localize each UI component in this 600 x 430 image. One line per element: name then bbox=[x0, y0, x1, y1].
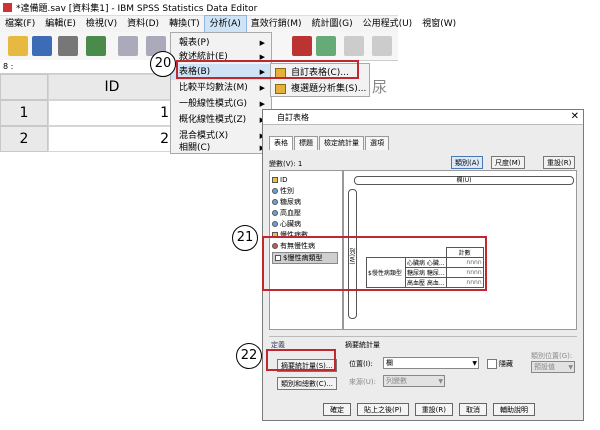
source-label: 來源(U): bbox=[349, 378, 376, 386]
app-icon bbox=[3, 3, 12, 12]
nominal-var-icon bbox=[272, 199, 278, 205]
dialog-tabs: 表格 標題 檢定統計量 選項 bbox=[269, 136, 390, 150]
list-item[interactable]: 性別 bbox=[272, 186, 294, 196]
corner-cell bbox=[0, 74, 48, 100]
row-header[interactable]: 1 bbox=[0, 100, 48, 126]
paste-button[interactable]: 貼上之後(P) bbox=[357, 403, 409, 416]
cancel-button[interactable]: 取消 bbox=[459, 403, 488, 416]
variables-grid-icon[interactable] bbox=[292, 36, 312, 56]
scale-button[interactable]: 尺度(M) bbox=[491, 156, 525, 169]
highlight-box-21 bbox=[262, 236, 487, 291]
scale-icon[interactable] bbox=[372, 36, 392, 56]
window-titlebar: *達備題.sav [資料集1] - IBM SPSS Statistics Da… bbox=[0, 0, 398, 16]
chevron-down-icon: ▼ bbox=[438, 378, 443, 385]
callout-number-22: 22 bbox=[236, 343, 262, 369]
submenu-arrow-icon: ▶ bbox=[259, 84, 265, 92]
nominal-var-icon bbox=[272, 210, 278, 216]
list-item[interactable]: 心臟病 bbox=[272, 219, 301, 229]
undo-icon[interactable] bbox=[118, 36, 138, 56]
list-item[interactable]: ID bbox=[272, 175, 287, 185]
category-button[interactable]: 類別(A) bbox=[451, 156, 484, 169]
menu-edit[interactable]: 編輯(E) bbox=[40, 16, 81, 32]
summary-stats-group-label: 摘要統計量 bbox=[345, 341, 380, 349]
nominal-var-icon bbox=[272, 221, 278, 227]
columns-drop-zone[interactable]: 欄(U) bbox=[354, 176, 574, 185]
ok-button[interactable]: 確定 bbox=[323, 403, 351, 416]
open-folder-icon[interactable] bbox=[8, 36, 28, 56]
menu-item-compare-means[interactable]: 比較平均數法(M) ▶ bbox=[171, 80, 271, 96]
help-button[interactable]: 輔助說明 bbox=[493, 403, 536, 416]
menu-data[interactable]: 資料(D) bbox=[122, 16, 164, 32]
window-title: *達備題.sav [資料集1] - IBM SPSS Statistics Da… bbox=[16, 4, 258, 14]
callout-number-20: 20 bbox=[150, 51, 176, 77]
save-icon[interactable] bbox=[32, 36, 52, 56]
menu-direct-marketing[interactable]: 直效行銷(M) bbox=[246, 16, 307, 32]
menu-transform[interactable]: 轉換(T) bbox=[164, 16, 205, 32]
dialog-reset-button[interactable]: 重設(R) bbox=[414, 403, 454, 416]
position-select[interactable]: 欄 ▼ bbox=[383, 357, 479, 369]
menu-graphs[interactable]: 統計圖(G) bbox=[307, 16, 358, 32]
background-text: 尿 bbox=[372, 78, 388, 96]
dialog-titlebar: 自訂表格 bbox=[263, 110, 583, 125]
position-label: 位置(I): bbox=[349, 360, 373, 368]
cell-reference: 8 : bbox=[0, 60, 175, 74]
tab-test-statistics[interactable]: 檢定統計量 bbox=[319, 136, 364, 150]
category-position-label: 類別位置(G): bbox=[531, 352, 573, 360]
data-grid: ID 1 1 2 2 bbox=[0, 74, 176, 154]
list-item[interactable]: 高血壓 bbox=[272, 208, 301, 218]
data-cell[interactable]: 2 bbox=[48, 126, 176, 152]
reset-button[interactable]: 重設(R) bbox=[543, 156, 576, 169]
highlight-box-22 bbox=[266, 349, 336, 371]
menu-window[interactable]: 視窗(W) bbox=[417, 16, 461, 32]
callout-number-21: 21 bbox=[232, 225, 258, 251]
menu-item-correlate[interactable]: 相關(C)▶ bbox=[171, 142, 271, 154]
variables-label: 變數(V): 1 bbox=[269, 160, 303, 168]
highlight-box-20 bbox=[176, 60, 359, 79]
menu-file[interactable]: 檔案(F) bbox=[0, 16, 40, 32]
print-icon[interactable] bbox=[58, 36, 78, 56]
close-icon[interactable]: ✕ bbox=[571, 110, 579, 124]
menu-item-multiple-response-sets[interactable]: 複選題分析集(S)... bbox=[271, 81, 369, 97]
weight-cases-icon[interactable] bbox=[344, 36, 364, 56]
menu-view[interactable]: 檢視(V) bbox=[81, 16, 122, 32]
tab-titles[interactable]: 標題 bbox=[294, 136, 318, 150]
hide-label: 隱藏 bbox=[499, 360, 513, 368]
tab-table[interactable]: 表格 bbox=[269, 136, 293, 150]
list-item[interactable]: 糖尿病 bbox=[272, 197, 301, 207]
menu-item-glm[interactable]: 一般線性模式(G) ▶ bbox=[171, 96, 271, 112]
menu-analyze[interactable]: 分析(A) bbox=[203, 15, 247, 33]
menu-utilities[interactable]: 公用程式(U) bbox=[358, 16, 418, 32]
select-cases-icon[interactable] bbox=[316, 36, 336, 56]
source-select[interactable]: 列變數 ▼ bbox=[383, 375, 445, 387]
scale-var-icon bbox=[272, 177, 278, 183]
multi-response-icon bbox=[275, 84, 286, 94]
hide-checkbox[interactable] bbox=[487, 359, 497, 369]
chevron-down-icon: ▼ bbox=[568, 364, 573, 371]
chevron-down-icon: ▼ bbox=[472, 360, 477, 367]
dialog-recall-icon[interactable] bbox=[86, 36, 106, 56]
column-header-id[interactable]: ID bbox=[48, 74, 176, 100]
category-position-select[interactable]: 預設值 ▼ bbox=[531, 361, 575, 373]
dialog-button-row: 確定 貼上之後(P) 重設(R) 取消 輔助說明 bbox=[323, 403, 536, 416]
categories-totals-button[interactable]: 類別和總數(C)... bbox=[277, 377, 338, 390]
data-cell[interactable]: 1 bbox=[48, 100, 176, 126]
dialog-title: 自訂表格 bbox=[277, 113, 309, 122]
analyze-menu: 報表(P) ▶ 敘述統計(E) ▶ 表格(B) ▶ 比較平均數法(M) ▶ 一般線性模式… bbox=[170, 32, 272, 154]
menubar: 檔案(F) 編輯(E) 檢視(V) 資料(D) 轉換(T) 分析(A) 直效行銷… bbox=[0, 15, 456, 33]
tab-options[interactable]: 選項 bbox=[365, 136, 389, 150]
row-header[interactable]: 2 bbox=[0, 126, 48, 152]
nominal-var-icon bbox=[272, 188, 278, 194]
menu-item-genlin[interactable]: 概化線性模式(Z)▶ bbox=[171, 112, 271, 128]
